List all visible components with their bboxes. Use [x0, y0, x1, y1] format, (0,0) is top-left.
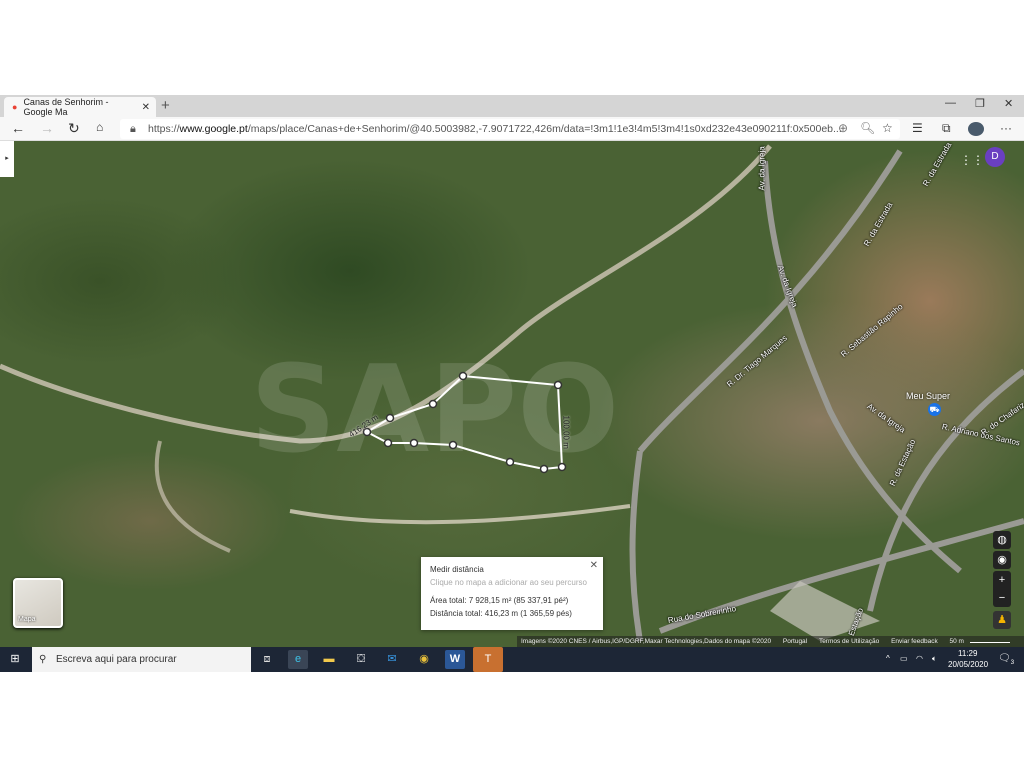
close-icon[interactable]: ✕ [590, 560, 598, 571]
word-icon[interactable]: W [445, 650, 465, 669]
wifi-icon[interactable]: ◠ [916, 654, 923, 663]
zoom-in-button[interactable]: + [993, 571, 1011, 589]
tab-strip: ● Canas de Senhorim - Google Ma ✕ + — ❐ … [0, 95, 1024, 117]
add-app-icon[interactable]: ⊕ [838, 121, 848, 135]
profile-avatar[interactable] [968, 122, 984, 136]
collections-icon[interactable]: ⧉ [942, 121, 951, 136]
maps-pin-icon: ● [12, 102, 18, 112]
back-icon[interactable]: ← [11, 120, 25, 136]
tab-title: Canas de Senhorim - Google Ma [23, 97, 109, 117]
battery-icon[interactable]: ▭ [900, 654, 908, 663]
segment-label: 100,00 m [561, 415, 571, 449]
country-link[interactable]: Portugal [783, 638, 807, 645]
lock-icon: 🔒︎ [130, 123, 136, 135]
globe-view-icon[interactable]: ◍ [993, 531, 1011, 549]
forward-icon[interactable]: → [40, 120, 54, 136]
mail-icon[interactable]: ✉ [382, 650, 402, 669]
apps-grid-icon[interactable]: ⋮⋮ [960, 153, 984, 167]
notifications-icon[interactable]: 🗨︎3 [998, 653, 1014, 666]
address-toolbar: ← → ↻ ⌂ 🔒︎ https://www.google.pt/maps/pl… [0, 117, 1024, 141]
expand-sidebar-button[interactable]: ▸ [0, 141, 14, 177]
terms-link[interactable]: Termos de Utilização [819, 638, 879, 645]
layer-toggle-map[interactable]: Mapa [13, 578, 63, 628]
scale-label[interactable]: 50 m [950, 638, 964, 645]
store-icon[interactable]: ⛋ [351, 650, 371, 669]
zoom-out-button[interactable]: − [993, 589, 1011, 607]
address-input[interactable]: 🔒︎ https://www.google.pt/maps/place/Cana… [120, 119, 900, 139]
panel-title: Medir distância [430, 565, 484, 574]
task-view-icon[interactable]: ⧈ [257, 650, 277, 669]
restore-button[interactable]: ❐ [975, 97, 985, 110]
home-icon[interactable]: ⌂ [96, 120, 103, 134]
volume-icon[interactable]: 🔈︎ [932, 654, 937, 664]
edge-app-icon[interactable]: e [288, 650, 308, 669]
map-footer: Imagens ©2020 CNES / Airbus,IGP/DGRF,Max… [517, 636, 1024, 647]
zoom-icon[interactable]: 🔍︎ [860, 121, 875, 135]
panel-hint: Clique no mapa a adicionar ao seu percur… [430, 578, 587, 587]
clock-date[interactable]: 20/05/2020 [948, 660, 988, 669]
tab-google-maps[interactable]: ● Canas de Senhorim - Google Ma ✕ [4, 97, 156, 117]
search-icon: ⚲ [39, 654, 47, 665]
teams-icon[interactable]: T [473, 647, 503, 672]
zoom-controls: + − [993, 571, 1011, 607]
favorites-list-icon[interactable]: ☰ [912, 121, 923, 135]
more-menu-icon[interactable]: ··· [1000, 121, 1012, 135]
account-avatar[interactable]: D [985, 147, 1005, 167]
favorite-star-icon[interactable]: ☆ [882, 121, 893, 135]
minimize-button[interactable]: — [945, 97, 956, 109]
file-explorer-icon[interactable]: ▬ [319, 650, 339, 669]
close-tab-icon[interactable]: ✕ [142, 102, 150, 113]
start-windows-icon[interactable]: ⊞ [5, 650, 25, 669]
refresh-icon[interactable]: ↻ [68, 120, 80, 137]
street-label: Av. da Igreja [757, 146, 767, 191]
measure-distance-panel: ✕ Medir distância Clique no mapa a adici… [421, 557, 603, 630]
feedback-link[interactable]: Enviar feedback [891, 638, 938, 645]
street-view-pegman-icon[interactable]: ♟ [993, 611, 1011, 629]
total-distance: Distância total: 416,23 m (1 365,59 pés) [430, 609, 572, 618]
my-location-icon[interactable]: ◉ [993, 551, 1011, 569]
new-tab-button[interactable]: + [161, 97, 170, 114]
scale-bar [969, 637, 1010, 643]
shopping-cart-pin-icon[interactable]: ⛟ [928, 403, 941, 416]
windows-taskbar: ⊞ ⚲ Escreva aqui para procurar ⧈ e ▬ ⛋ ✉ … [0, 647, 1024, 672]
show-hidden-icons[interactable]: ^ [886, 654, 890, 663]
close-window-button[interactable]: ✕ [1004, 97, 1013, 110]
chrome-icon[interactable]: ◉ [414, 650, 434, 669]
browser-window: ● Canas de Senhorim - Google Ma ✕ + — ❐ … [0, 95, 1024, 672]
poi-label[interactable]: Meu Super [906, 391, 950, 401]
satellite-map[interactable]: SAPO 416,23 m 100,00 m Av. da Igreja Av.… [0, 141, 1024, 647]
taskbar-search-input[interactable]: ⚲ Escreva aqui para procurar [32, 647, 251, 672]
total-area: Área total: 7 928,15 m² (85 337,91 pé²) [430, 596, 569, 605]
clock-time[interactable]: 11:29 [958, 649, 977, 658]
